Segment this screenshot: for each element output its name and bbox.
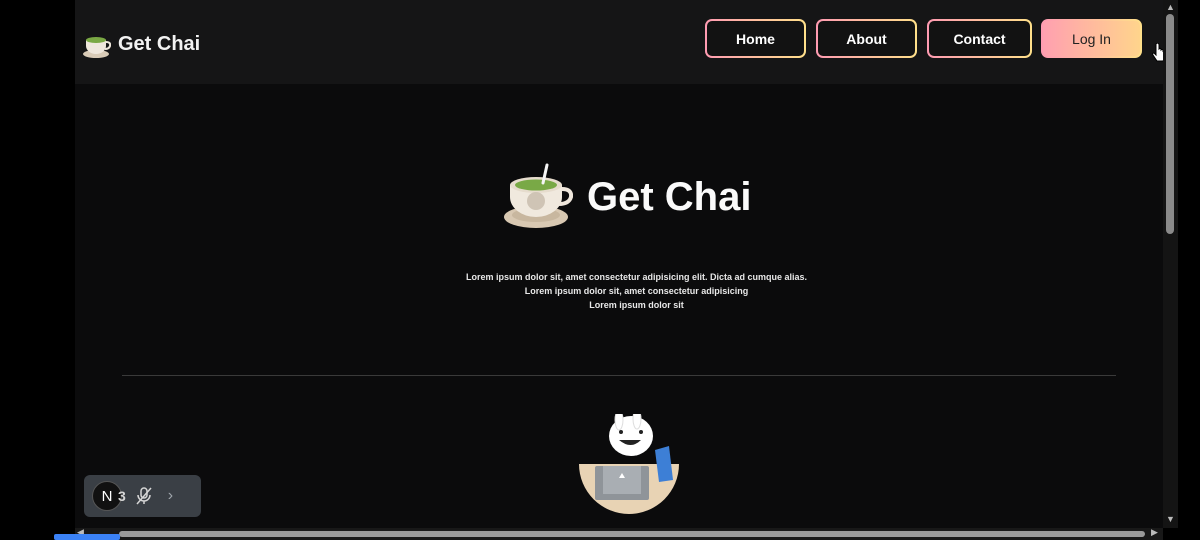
- login-button[interactable]: Log In: [1041, 19, 1142, 58]
- hero-line-1: Lorem ipsum dolor sit, amet consectetur …: [465, 272, 808, 282]
- section-divider: [122, 375, 1116, 376]
- hero-description: Lorem ipsum dolor sit, amet consectetur …: [75, 270, 1163, 312]
- nav-about-button[interactable]: About: [816, 19, 917, 58]
- video-progress-bar[interactable]: [54, 534, 120, 540]
- vertical-scroll-thumb[interactable]: [1166, 14, 1174, 234]
- login-label: Log In: [1043, 21, 1140, 56]
- nav-home-button[interactable]: Home: [705, 19, 806, 58]
- badge-count: 3: [118, 488, 126, 504]
- floating-toolbar: N 3 ›: [84, 475, 201, 517]
- tea-cup-icon: [83, 37, 111, 58]
- tea-cup-icon: [504, 163, 573, 228]
- hero-heading: Get Chai: [503, 163, 751, 231]
- rabbit-with-laptop-icon: [575, 408, 685, 519]
- letterbox-right: [1178, 0, 1200, 540]
- mic-off-icon[interactable]: [136, 487, 152, 505]
- chevron-right-icon[interactable]: ›: [168, 487, 173, 505]
- avatar-letter: N: [101, 487, 113, 505]
- scroll-right-arrow-icon[interactable]: ▶: [1151, 527, 1158, 538]
- hero-line-2: Lorem ipsum dolor sit, amet consectetur …: [524, 286, 749, 296]
- nav-contact-label: Contact: [929, 21, 1030, 56]
- brand[interactable]: Get Chai: [83, 26, 200, 62]
- navbar: Get Chai Home About Contact Log In: [75, 0, 1163, 84]
- nav-about-label: About: [818, 21, 915, 56]
- brand-name: Get Chai: [118, 32, 201, 55]
- scroll-down-arrow-icon[interactable]: ▼: [1166, 514, 1175, 524]
- scroll-up-arrow-icon[interactable]: ▲: [1166, 2, 1175, 12]
- horizontal-scroll-thumb[interactable]: [119, 531, 1145, 537]
- vertical-scrollbar[interactable]: ▲ ▼: [1163, 0, 1178, 528]
- horizontal-scrollbar[interactable]: ◀ ▶: [75, 527, 1163, 540]
- hero-line-3: Lorem ipsum dolor sit: [589, 300, 684, 310]
- pointer-cursor-icon: [1152, 43, 1163, 62]
- browser-viewport: Get Chai Home About Contact Log In Get C…: [75, 0, 1163, 528]
- hero-title: Get Chai: [587, 174, 752, 219]
- letterbox-left: [0, 0, 75, 540]
- nav-contact-button[interactable]: Contact: [927, 19, 1032, 58]
- nav-home-label: Home: [707, 21, 804, 56]
